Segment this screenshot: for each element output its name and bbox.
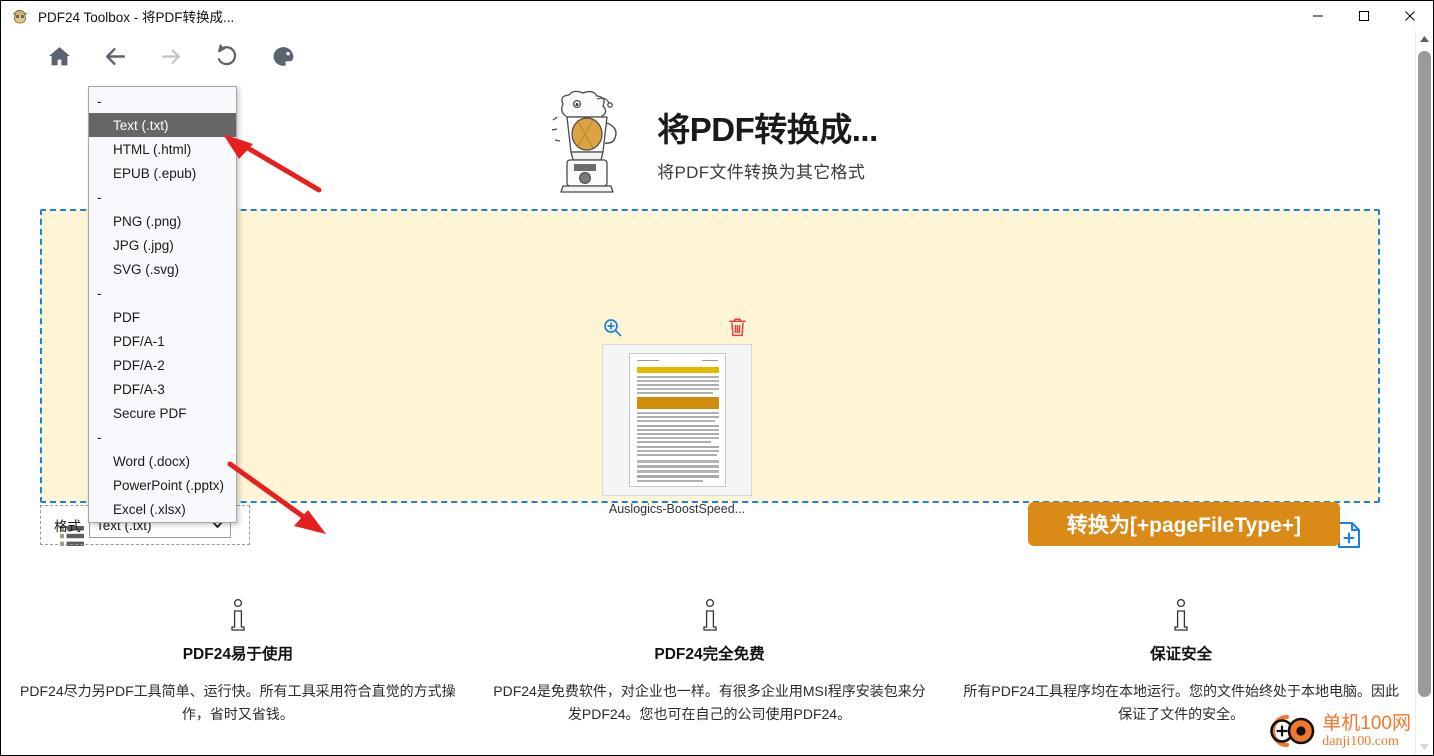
dropdown-separator: - xyxy=(97,429,102,445)
feature-description: PDF24尽力另PDF工具简单、运行快。所有工具采用符合直觉的方式操作，省时又省… xyxy=(20,683,456,722)
document-page-preview xyxy=(628,353,726,487)
site-watermark: 单机100网 danji100.com xyxy=(1263,711,1411,751)
window-title: PDF24 Toolbox - 将PDF转换成... xyxy=(38,9,235,25)
dropdown-item[interactable]: PDF xyxy=(89,305,236,329)
palette-icon[interactable] xyxy=(260,33,306,79)
file-dropzone[interactable]: Auslogics-BoostSpeed... xyxy=(40,209,1380,548)
maximize-button[interactable] xyxy=(1341,1,1387,30)
dropdown-separator: - xyxy=(97,285,102,301)
file-name-label: Auslogics-BoostSpeed... xyxy=(608,502,746,516)
scroll-up-arrow[interactable] xyxy=(1416,30,1433,47)
info-icon xyxy=(1172,598,1190,634)
page-title: 将PDF转换成... xyxy=(657,111,878,149)
file-actions xyxy=(602,316,752,340)
dropdown-item[interactable]: SVG (.svg) xyxy=(89,257,236,281)
dropdown-item[interactable]: Word (.docx) xyxy=(89,449,236,473)
feature-title: PDF24易于使用 xyxy=(182,646,293,663)
dropdown-item[interactable]: EPUB (.epub) xyxy=(89,161,236,185)
back-arrow-icon[interactable] xyxy=(92,33,138,79)
scrollbar-thumb[interactable] xyxy=(1418,51,1431,697)
format-label: 格式 xyxy=(54,519,81,534)
watermark-line-2: danji100.com xyxy=(1322,733,1399,749)
feature-title: 保证安全 xyxy=(1150,646,1213,663)
dropdown-item[interactable]: HTML (.html) xyxy=(89,137,236,161)
dropdown-item[interactable]: PNG (.png) xyxy=(89,209,236,233)
format-dropdown-menu[interactable]: - Text (.txt) HTML (.html) EPUB (.epub) - PNG… xyxy=(88,86,237,523)
trash-icon[interactable] xyxy=(729,317,746,337)
dropdown-item[interactable]: Secure PDF xyxy=(89,401,236,425)
info-icon xyxy=(701,598,719,634)
magnifier-plus-icon[interactable] xyxy=(603,318,622,337)
feature-item: PDF24易于使用 PDF24尽力另PDF工具简单、运行快。所有工具采用符合直觉… xyxy=(2,598,474,755)
feature-description: PDF24是免费软件，对企业也一样。有很多企业用MSI程序安装包来分发PDF24… xyxy=(493,683,926,722)
home-icon[interactable] xyxy=(36,33,82,79)
danji100-logo-icon xyxy=(1263,711,1319,751)
watermark-line-1: 单机100网 xyxy=(1322,712,1411,734)
dropdown-separator: - xyxy=(97,189,102,205)
dropdown-item[interactable]: PDF/A-1 xyxy=(89,329,236,353)
minimize-button[interactable] xyxy=(1295,1,1341,30)
feature-item: PDF24完全免费 PDF24是免费软件，对企业也一样。有很多企业用MSI程序安… xyxy=(474,598,946,755)
title-bar: PDF24 Toolbox - 将PDF转换成... xyxy=(1,1,1433,30)
vertical-scrollbar[interactable] xyxy=(1415,30,1432,755)
forward-arrow-icon xyxy=(148,33,194,79)
blender-mascot-icon xyxy=(541,90,633,202)
file-thumbnail[interactable] xyxy=(602,344,752,496)
page-subtitle: 将PDF文件转换为其它格式 xyxy=(657,162,866,182)
feature-title: PDF24完全免费 xyxy=(654,646,765,663)
convert-button[interactable]: 转换为[+pageFileType+] xyxy=(1028,502,1340,546)
features-section: PDF24易于使用 PDF24尽力另PDF工具简单、运行快。所有工具采用符合直觉… xyxy=(2,598,1417,755)
dropdown-item[interactable]: PDF/A-3 xyxy=(89,377,236,401)
reload-icon[interactable] xyxy=(204,33,250,79)
info-icon xyxy=(229,598,247,634)
file-card[interactable]: Auslogics-BoostSpeed... xyxy=(602,316,752,531)
dropdown-item[interactable]: JPG (.jpg) xyxy=(89,233,236,257)
dropdown-item[interactable]: PDF/A-2 xyxy=(89,353,236,377)
scroll-down-arrow[interactable] xyxy=(1416,738,1433,755)
dropdown-item[interactable]: Excel (.xlsx) xyxy=(89,497,236,521)
dropdown-separator: - xyxy=(97,93,102,109)
dropdown-item[interactable]: Text (.txt) xyxy=(89,113,236,137)
dropdown-item[interactable]: PowerPoint (.pptx) xyxy=(89,473,236,497)
hero-text: 将PDF转换成... 将PDF文件转换为其它格式 xyxy=(657,109,878,182)
pdf24-toolbox-window: PDF24 Toolbox - 将PDF转换成... 将PDF转换成... 将P… xyxy=(0,0,1434,756)
watermark-text: 单机100网 danji100.com xyxy=(1322,714,1411,749)
pdf24-app-icon xyxy=(11,7,29,25)
navigation-toolbar xyxy=(2,30,1417,82)
window-controls xyxy=(1295,1,1433,30)
close-button[interactable] xyxy=(1387,1,1433,30)
